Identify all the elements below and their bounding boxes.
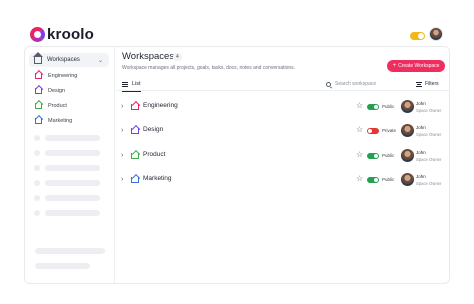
create-workspace-button[interactable]: + Create Workspace <box>387 60 445 72</box>
skeleton-line <box>45 150 100 156</box>
owner-name: John <box>416 150 426 155</box>
workspace-name[interactable]: Marketing <box>143 175 172 182</box>
owner-role: Space Owner <box>416 181 442 186</box>
owner-info: John Space Owner <box>416 100 441 114</box>
tab-list[interactable]: List <box>122 79 141 92</box>
chevron-right-icon[interactable]: › <box>121 152 123 159</box>
logo-text: kroolo <box>47 26 95 43</box>
page-subtitle: Workspace manages all projects, goals, t… <box>122 65 296 71</box>
visibility-label: Public <box>382 104 395 109</box>
home-icon <box>33 51 43 64</box>
visibility-label: Public <box>382 177 395 182</box>
visibility-label: Private <box>382 128 397 133</box>
visibility-label: Public <box>382 153 395 158</box>
sidebar-workspaces-header[interactable]: Workspaces ⌄ <box>29 51 109 67</box>
star-icon[interactable]: ☆ <box>356 125 363 134</box>
sidebar-item-marketing[interactable]: Marketing <box>35 116 72 126</box>
workspace-name[interactable]: Product <box>143 151 165 158</box>
owner-avatar <box>401 124 414 137</box>
sidebar-item-label: Marketing <box>48 118 73 124</box>
skeleton-line <box>45 180 100 186</box>
chevron-right-icon[interactable]: › <box>121 176 123 183</box>
chevron-right-icon[interactable]: › <box>121 127 123 134</box>
main-panel: Workspaces 4 Workspace manages all proje… <box>116 47 449 283</box>
filter-icon <box>416 81 422 87</box>
logo-icon <box>30 27 45 42</box>
chevron-down-icon[interactable]: ⌄ <box>98 57 103 64</box>
sidebar-header-label: Workspaces <box>47 57 80 63</box>
owner-avatar <box>401 100 414 113</box>
owner-role: Space Owner <box>416 108 442 113</box>
top-bar: kroolo <box>28 24 450 48</box>
sidebar: Workspaces ⌄ Engineering Design Product … <box>25 47 115 283</box>
skeleton-dot <box>34 135 40 141</box>
create-workspace-label: Create Workspace <box>398 63 440 69</box>
list-icon <box>122 81 128 87</box>
workspace-row[interactable]: › Engineering ☆ Public John Space Owner <box>116 96 449 118</box>
star-icon[interactable]: ☆ <box>356 101 363 110</box>
skeleton-line <box>35 248 105 254</box>
sidebar-item-label: Product <box>48 103 67 109</box>
owner-role: Space Owner <box>416 132 442 137</box>
visibility-toggle[interactable] <box>367 177 379 183</box>
skeleton-line <box>45 165 100 171</box>
plus-icon: + <box>392 63 397 69</box>
skeleton-dot <box>34 180 40 186</box>
workspace-name[interactable]: Design <box>143 126 163 133</box>
sidebar-item-label: Engineering <box>48 73 78 79</box>
owner-role: Space Owner <box>416 157 442 162</box>
owner-name: John <box>416 174 426 179</box>
skeleton-dot <box>34 195 40 201</box>
workspace-icon <box>131 177 139 183</box>
search-icon <box>326 81 331 87</box>
owner-info: John Space Owner <box>416 124 441 138</box>
owner-avatar <box>401 173 414 186</box>
owner-info: John Space Owner <box>416 173 441 187</box>
workspace-icon <box>131 153 139 159</box>
owner-info: John Space Owner <box>416 149 441 163</box>
workspace-row[interactable]: › Design ☆ Private John Space Owner <box>116 120 449 142</box>
search-placeholder: Search workspace <box>335 81 377 87</box>
visibility-toggle[interactable] <box>367 128 379 134</box>
visibility-toggle[interactable] <box>367 153 379 159</box>
skeleton-dot <box>34 210 40 216</box>
owner-avatar <box>401 149 414 162</box>
sidebar-item-design[interactable]: Design <box>35 86 65 96</box>
search-input[interactable]: Search workspace <box>326 79 376 89</box>
tab-list-label: List <box>132 81 141 87</box>
workspace-name[interactable]: Engineering <box>143 102 178 109</box>
visibility-toggle[interactable] <box>367 104 379 110</box>
owner-name: John <box>416 101 426 106</box>
workspace-icon <box>131 104 139 110</box>
theme-toggle[interactable] <box>410 32 425 40</box>
skeleton-line <box>45 135 100 141</box>
workspace-icon <box>131 128 139 134</box>
workspace-count-badge: 4 <box>173 53 182 61</box>
user-avatar[interactable] <box>429 27 443 41</box>
skeleton-line <box>45 210 100 216</box>
skeleton-dot <box>34 165 40 171</box>
view-toolbar: List Search workspace Filters <box>116 77 449 92</box>
sidebar-item-product[interactable]: Product <box>35 101 67 111</box>
filters-label: Filters <box>425 81 439 87</box>
workspace-icon <box>35 118 42 124</box>
kroolo-logo[interactable]: kroolo <box>30 26 94 43</box>
workspace-icon <box>35 88 42 94</box>
skeleton-line <box>35 263 90 269</box>
chevron-right-icon[interactable]: › <box>121 103 123 110</box>
sidebar-item-label: Design <box>48 88 66 94</box>
workspace-icon <box>35 73 42 79</box>
workspace-row[interactable]: › Marketing ☆ Public John Space Owner <box>116 169 449 191</box>
app-frame: Workspaces ⌄ Engineering Design Product … <box>24 46 450 284</box>
filters-button[interactable]: Filters <box>416 79 439 89</box>
sidebar-item-engineering[interactable]: Engineering <box>35 71 77 81</box>
skeleton-dot <box>34 150 40 156</box>
workspace-row[interactable]: › Product ☆ Public John Space Owner <box>116 145 449 167</box>
owner-name: John <box>416 125 426 130</box>
page-title: Workspaces <box>122 51 175 62</box>
star-icon[interactable]: ☆ <box>356 174 363 183</box>
star-icon[interactable]: ☆ <box>356 150 363 159</box>
workspace-icon <box>35 103 42 109</box>
skeleton-line <box>45 195 100 201</box>
